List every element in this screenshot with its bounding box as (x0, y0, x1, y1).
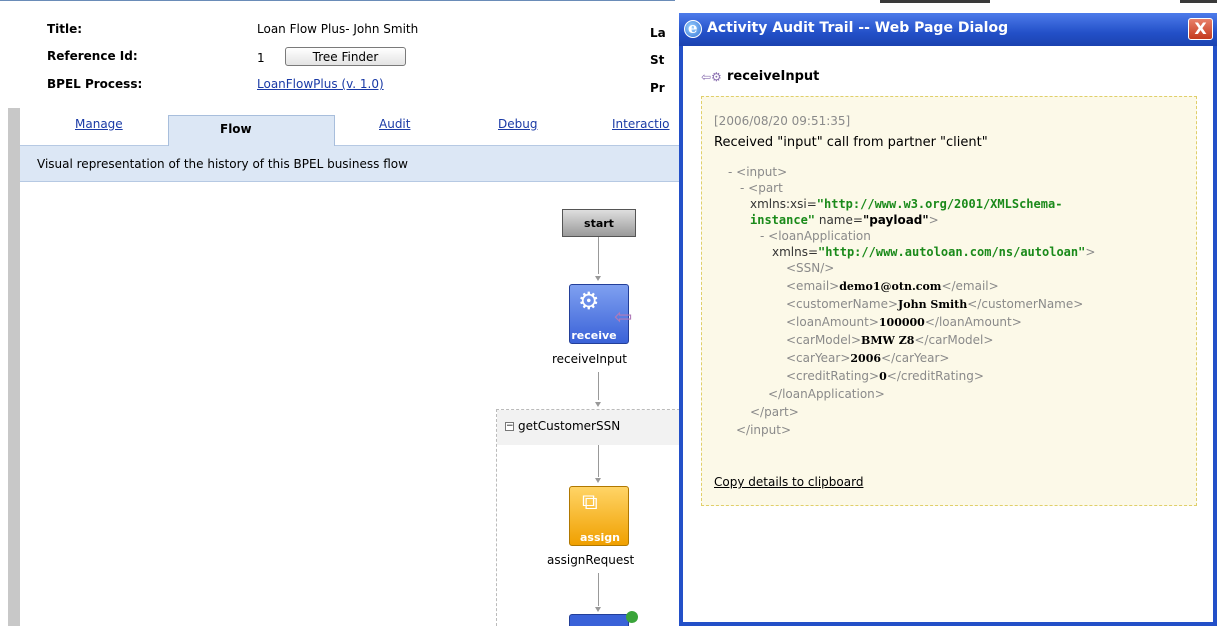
xml-tag: <customerName> (786, 297, 899, 311)
xml-loan-close: </loanApplication> (768, 387, 885, 401)
tree-finder-button[interactable]: Tree Finder (285, 47, 406, 66)
bpel-process-link[interactable]: LoanFlowPlus (v. 1.0) (257, 77, 384, 91)
activity-message: Received "input" call from partner "clie… (714, 135, 988, 150)
xml-namespace-value: "http://www.autoloan.com/ns/autoloan" (818, 245, 1086, 259)
xml-value: 100000 (878, 316, 925, 329)
xml-tag: <email> (786, 279, 840, 293)
connector-arrow (595, 478, 601, 483)
xml-ssn: <SSN/> (786, 261, 835, 275)
description-text: Visual representation of the history of … (37, 157, 408, 171)
activity-name: receiveInput (727, 69, 820, 84)
dialog-body: ⇦⚙ receiveInput [2006/08/20 09:51:35] Re… (683, 46, 1213, 622)
activity-audit-dialog: Activity Audit Trail -- Web Page Dialog … (679, 13, 1217, 626)
copy-details-link[interactable]: Copy details to clipboard (714, 475, 863, 489)
top-dark-segment-right (1180, 0, 1217, 3)
connector-arrow (595, 402, 601, 407)
connector-arrow (595, 276, 601, 281)
bpel-label: BPEL Process: (47, 77, 143, 91)
xml-tag: </loanAmount> (924, 315, 1022, 329)
connector-arrow (595, 607, 601, 612)
xml-bracket: > (1085, 245, 1096, 259)
xml-tag: </creditRating> (886, 369, 984, 383)
dialog-title: Activity Audit Trail -- Web Page Dialog (707, 20, 1009, 36)
assign-badge: assign (580, 531, 620, 544)
connector-line (598, 573, 599, 606)
ie-icon (684, 19, 702, 38)
xml-loan-open: - <loanApplication (760, 229, 871, 243)
connector-line (598, 237, 599, 274)
title-label: Title: (47, 22, 83, 36)
xml-input-open: - <input> (728, 165, 788, 179)
inbound-arrow-icon: ⇦ (614, 305, 633, 330)
xml-attr-name: xmlns:xsi= (750, 197, 817, 211)
tab-audit[interactable]: Audit (379, 117, 410, 131)
xml-attr-value: "payload" (862, 213, 929, 227)
xml-tag: </email> (941, 279, 999, 293)
activity-timestamp: [2006/08/20 09:51:35] (714, 114, 851, 128)
xml-attr-name: xmlns= (772, 245, 819, 259)
title-value: Loan Flow Plus- John Smith (257, 22, 419, 36)
assign-request-label[interactable]: assignRequest (547, 553, 634, 567)
close-icon[interactable]: X (1188, 18, 1213, 40)
tab-flow[interactable]: Flow (168, 115, 335, 146)
xml-part-xsi: xmlns:xsi="http://www.w3.org/2001/XMLSch… (750, 197, 1062, 212)
xml-attr-name: name= (815, 213, 863, 227)
assign-icon: ⧉ (582, 490, 598, 515)
connector-line (598, 372, 599, 400)
left-frame-bar (8, 108, 20, 626)
xml-namespace-value: instance" (750, 213, 816, 227)
dialog-titlebar[interactable]: Activity Audit Trail -- Web Page Dialog … (679, 13, 1217, 46)
xml-car-year: <carYear>2006</carYear> (786, 351, 949, 366)
activity-gear-icon: ⇦⚙ (701, 70, 722, 84)
xml-part-open: - <part (740, 181, 783, 195)
next-activity-icon[interactable] (569, 611, 638, 626)
reference-label: Reference Id: (47, 49, 138, 63)
xml-value: John Smith (898, 298, 968, 311)
description-bar: Visual representation of the history of … (20, 146, 685, 182)
top-dark-segment (880, 0, 990, 3)
assign-activity-icon[interactable]: ⧉ assign (569, 486, 629, 546)
xml-customer-name: <customerName>John Smith</customerName> (786, 297, 1083, 312)
xml-tag: <carModel> (786, 333, 862, 347)
xml-tag: </customerName> (967, 297, 1084, 311)
xml-credit-rating: <creditRating>0</creditRating> (786, 369, 984, 384)
scope-title[interactable]: getCustomerSSN (518, 419, 620, 433)
xml-part-attrs: instance" name="payload"> (750, 213, 939, 228)
xml-part-close: </part> (750, 405, 799, 419)
xml-tag: <creditRating> (786, 369, 880, 383)
connector-line (598, 445, 599, 477)
start-node[interactable]: start (562, 209, 636, 237)
xml-value: demo1@otn.com (839, 280, 942, 293)
tab-flow-label: Flow (220, 122, 252, 136)
reference-value: 1 Tree Finder (257, 47, 406, 66)
tab-manage[interactable]: Manage (75, 117, 123, 131)
xml-car-model: <carModel>BMW Z8</carModel> (786, 333, 993, 348)
receive-input-label[interactable]: receiveInput (552, 352, 627, 366)
xml-value: BMW Z8 (861, 334, 915, 347)
tab-interaction[interactable]: Interactio (612, 117, 670, 131)
xml-tag: <carYear> (786, 351, 851, 365)
collapse-toggle-icon[interactable]: − (505, 422, 514, 431)
xml-loan-ns: xmlns="http://www.autoloan.com/ns/autolo… (772, 245, 1095, 260)
receive-badge: receive (571, 329, 617, 342)
top-strip (0, 0, 1217, 3)
xml-input-close: </input> (736, 423, 792, 437)
activity-details: [2006/08/20 09:51:35] Received "input" c… (701, 96, 1197, 506)
xml-bracket: > (928, 213, 939, 227)
reference-id: 1 (257, 51, 265, 65)
status-dot-icon (626, 611, 638, 623)
xml-namespace-value: "http://www.w3.org/2001/XMLSchema- (816, 197, 1063, 211)
top-border-line (0, 0, 675, 1)
xml-loan-amount: <loanAmount>100000</loanAmount> (786, 315, 1022, 330)
xml-tag: </carModel> (914, 333, 994, 347)
xml-tag: <loanAmount> (786, 315, 879, 329)
xml-value: 2006 (850, 352, 882, 365)
receive-activity-icon[interactable]: ⚙ ⇦ receive (569, 284, 633, 344)
xml-tag: </carYear> (881, 351, 950, 365)
gear-icon: ⚙ (578, 287, 600, 315)
xml-email: <email>demo1@otn.com</email> (786, 279, 999, 294)
tab-debug[interactable]: Debug (498, 117, 537, 131)
xml-value: 0 (879, 370, 887, 383)
